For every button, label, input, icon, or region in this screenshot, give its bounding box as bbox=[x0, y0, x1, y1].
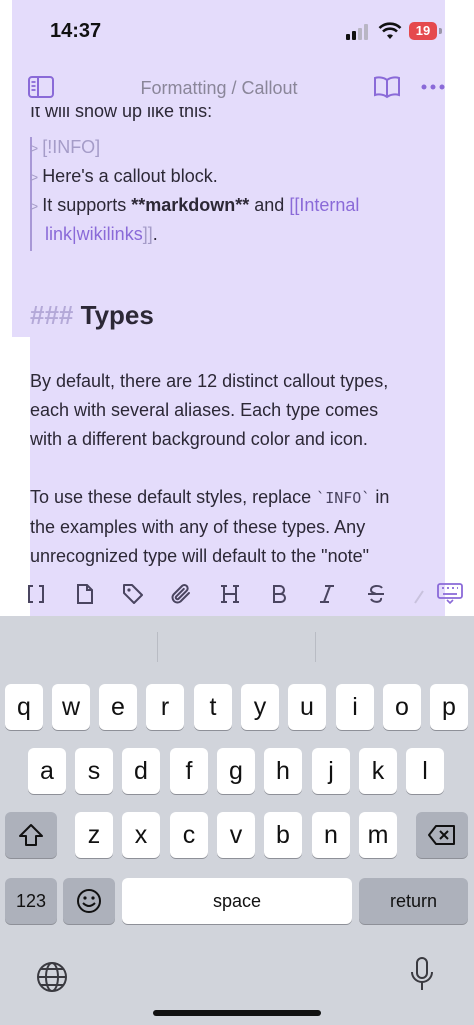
key-y[interactable]: y bbox=[241, 684, 279, 730]
callout-type-text: [!INFO] bbox=[42, 137, 101, 157]
paragraph-line: with a different background color and ic… bbox=[30, 429, 368, 449]
backspace-key[interactable] bbox=[416, 812, 468, 858]
paperclip-icon[interactable] bbox=[167, 580, 195, 608]
key-k[interactable]: k bbox=[359, 748, 397, 794]
microphone-icon[interactable] bbox=[410, 956, 434, 994]
numbers-key[interactable]: 123 bbox=[5, 878, 57, 924]
formatting-toolbar bbox=[0, 570, 474, 616]
key-n[interactable]: n bbox=[312, 812, 350, 858]
suggestion-divider bbox=[315, 632, 316, 662]
shift-icon bbox=[19, 824, 43, 846]
key-j[interactable]: j bbox=[312, 748, 350, 794]
bold-markdown-text: **markdown** bbox=[131, 195, 250, 215]
reading-view-book-icon[interactable] bbox=[373, 74, 401, 100]
emoji-key[interactable] bbox=[63, 878, 115, 924]
key-m[interactable]: m bbox=[359, 812, 397, 858]
key-z[interactable]: z bbox=[75, 812, 113, 858]
paragraph-line: the examples with any of these types. An… bbox=[30, 517, 366, 537]
return-key[interactable]: return bbox=[359, 878, 468, 924]
strikethrough-icon[interactable] bbox=[362, 580, 390, 608]
heading-icon[interactable] bbox=[216, 580, 244, 608]
internal-link-text[interactable]: link|wikilinks bbox=[45, 224, 143, 244]
wifi-icon bbox=[378, 22, 402, 39]
callout-line-text: and bbox=[249, 195, 290, 215]
key-q[interactable]: q bbox=[5, 684, 43, 730]
paragraph-line: in bbox=[370, 487, 390, 507]
quote-marker: > bbox=[30, 169, 39, 185]
nav-bar: Formatting / Callout bbox=[0, 62, 474, 112]
italic-icon[interactable] bbox=[313, 580, 341, 608]
status-bar: 14:37 19 bbox=[0, 0, 474, 62]
key-w[interactable]: w bbox=[52, 684, 90, 730]
globe-icon[interactable] bbox=[35, 960, 69, 994]
key-u[interactable]: u bbox=[288, 684, 326, 730]
callout-line-text: It supports bbox=[42, 195, 132, 215]
highlight-icon[interactable] bbox=[405, 580, 433, 608]
callout-line-end: . bbox=[152, 224, 158, 244]
key-d[interactable]: d bbox=[122, 748, 160, 794]
key-a[interactable]: a bbox=[28, 748, 66, 794]
emoji-icon bbox=[77, 889, 101, 913]
key-x[interactable]: x bbox=[122, 812, 160, 858]
link-close-brackets: ]] bbox=[142, 224, 153, 244]
heading-text: Types bbox=[80, 300, 154, 330]
key-h[interactable]: h bbox=[264, 748, 302, 794]
key-t[interactable]: t bbox=[194, 684, 232, 730]
file-icon[interactable] bbox=[71, 580, 99, 608]
paragraph-default-types: By default, there are 12 distinct callou… bbox=[30, 367, 450, 454]
ios-keyboard: q w e r t y u i o p a s d f g h j k l z … bbox=[0, 616, 474, 1025]
paragraph-line: By default, there are 12 distinct callou… bbox=[30, 371, 389, 391]
section-heading: ### Types bbox=[30, 300, 154, 331]
key-b[interactable]: b bbox=[264, 812, 302, 858]
paragraph-line: unrecognized type will default to the "n… bbox=[30, 546, 369, 566]
battery-nub bbox=[439, 28, 442, 34]
key-v[interactable]: v bbox=[217, 812, 255, 858]
bold-icon[interactable] bbox=[265, 580, 293, 608]
inline-code: `INFO` bbox=[316, 489, 371, 507]
space-key[interactable]: space bbox=[122, 878, 352, 924]
paragraph-default-styles: To use these default styles, replace `IN… bbox=[30, 483, 450, 571]
brackets-icon[interactable] bbox=[22, 580, 50, 608]
more-options-icon[interactable] bbox=[421, 84, 445, 90]
quote-marker: > bbox=[30, 140, 39, 156]
paragraph-line: To use these default styles, replace bbox=[30, 487, 317, 507]
key-s[interactable]: s bbox=[75, 748, 113, 794]
key-o[interactable]: o bbox=[383, 684, 421, 730]
tag-icon[interactable] bbox=[119, 580, 147, 608]
paragraph-line: each with several aliases. Each type com… bbox=[30, 400, 379, 420]
quote-marker: > bbox=[30, 198, 39, 214]
keyboard-hide-icon[interactable] bbox=[436, 580, 464, 608]
key-l[interactable]: l bbox=[406, 748, 444, 794]
key-g[interactable]: g bbox=[217, 748, 255, 794]
shift-key[interactable] bbox=[5, 812, 57, 858]
cellular-signal-icon bbox=[346, 24, 368, 40]
callout-line-text: Here's a callout block. bbox=[42, 166, 218, 186]
key-p[interactable]: p bbox=[430, 684, 468, 730]
key-r[interactable]: r bbox=[146, 684, 184, 730]
status-time: 14:37 bbox=[50, 20, 102, 42]
battery-indicator: 19 bbox=[409, 22, 437, 40]
key-e[interactable]: e bbox=[99, 684, 137, 730]
home-indicator bbox=[153, 1010, 321, 1016]
key-c[interactable]: c bbox=[170, 812, 208, 858]
intro-text: It will show up like this: bbox=[30, 107, 213, 121]
suggestion-divider bbox=[157, 632, 158, 662]
internal-link-open[interactable]: [[Internal bbox=[289, 195, 359, 215]
heading-hash-marker: ### bbox=[30, 300, 74, 330]
key-i[interactable]: i bbox=[336, 684, 374, 730]
backspace-icon bbox=[428, 825, 455, 845]
key-f[interactable]: f bbox=[170, 748, 208, 794]
